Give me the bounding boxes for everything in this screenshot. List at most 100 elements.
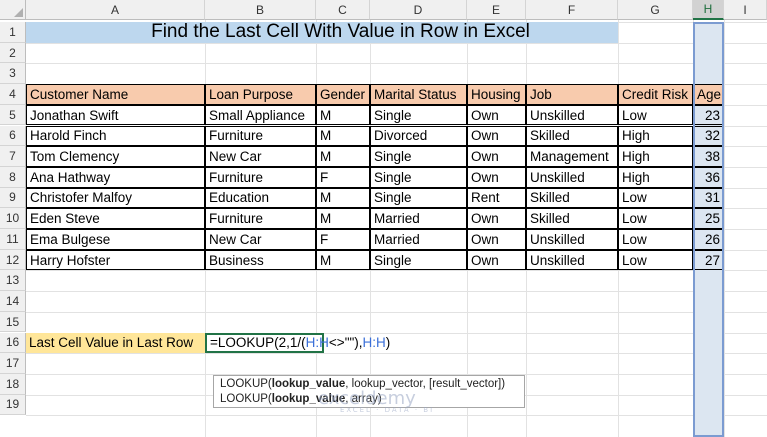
column-header-f[interactable]: F bbox=[526, 0, 618, 20]
table-cell[interactable]: Skilled bbox=[526, 208, 618, 229]
table-cell[interactable]: Tom Clemency bbox=[26, 146, 205, 167]
table-cell[interactable]: F bbox=[316, 229, 370, 250]
table-cell[interactable]: Low bbox=[618, 104, 693, 126]
row-header-5[interactable]: 5 bbox=[0, 104, 26, 126]
column-header-h[interactable]: H bbox=[693, 0, 724, 20]
table-cell[interactable]: Jonathan Swift bbox=[26, 104, 205, 126]
table-header-cell[interactable]: Credit Risk bbox=[618, 84, 693, 105]
table-cell[interactable]: M bbox=[316, 146, 370, 167]
table-cell[interactable]: 27 bbox=[693, 249, 724, 271]
table-cell[interactable]: Management bbox=[526, 146, 618, 167]
table-cell[interactable]: Own bbox=[467, 229, 526, 250]
table-cell[interactable]: Rent bbox=[467, 187, 526, 209]
column-header-c[interactable]: C bbox=[316, 0, 370, 20]
row-header-13[interactable]: 13 bbox=[0, 270, 26, 292]
column-header-d[interactable]: D bbox=[370, 0, 467, 20]
table-cell[interactable]: Low bbox=[618, 187, 693, 209]
column-header-e[interactable]: E bbox=[467, 0, 526, 20]
table-header-cell[interactable]: Housing bbox=[467, 84, 526, 105]
table-cell[interactable]: M bbox=[316, 125, 370, 147]
table-cell[interactable]: Low bbox=[618, 208, 693, 229]
formula-cell[interactable]: =LOOKUP(2,1/(H:H <>""), H:H) bbox=[205, 332, 390, 354]
answer-label-cell[interactable]: Last Cell Value in Last Row bbox=[26, 332, 205, 354]
table-cell[interactable]: Skilled bbox=[526, 125, 618, 147]
row-header-4[interactable]: 4 bbox=[0, 84, 26, 105]
table-cell[interactable]: New Car bbox=[205, 146, 316, 167]
sheet-title[interactable]: Find the Last Cell With Value in Row in … bbox=[26, 22, 618, 43]
table-cell[interactable]: Unskilled bbox=[526, 166, 618, 188]
spreadsheet-grid[interactable]: ABCDEFGHI 1 2 3 4 5 6 7 8 9 10 11 12 13 14 15 16 17 18 19 … bbox=[0, 0, 767, 437]
table-header-cell[interactable]: Age bbox=[693, 84, 724, 105]
row-header-9[interactable]: 9 bbox=[0, 187, 26, 209]
table-cell[interactable]: Single bbox=[370, 249, 467, 271]
row-header-3[interactable]: 3 bbox=[0, 63, 26, 85]
table-cell[interactable]: Own bbox=[467, 146, 526, 167]
table-cell[interactable]: Eden Steve bbox=[26, 208, 205, 229]
row-header-1[interactable]: 1 bbox=[0, 22, 26, 43]
column-header-a[interactable]: A bbox=[26, 0, 205, 20]
row-header-17[interactable]: 17 bbox=[0, 353, 26, 374]
row-header-6[interactable]: 6 bbox=[0, 125, 26, 147]
table-cell[interactable]: M bbox=[316, 249, 370, 271]
table-cell[interactable]: New Car bbox=[205, 229, 316, 250]
row-header-10[interactable]: 10 bbox=[0, 208, 26, 229]
table-cell[interactable]: Own bbox=[467, 166, 526, 188]
select-all-corner[interactable] bbox=[0, 0, 26, 20]
table-cell[interactable]: M bbox=[316, 208, 370, 229]
table-header-cell[interactable]: Customer Name bbox=[26, 84, 205, 105]
table-cell[interactable]: Small Appliance bbox=[205, 104, 316, 126]
table-cell[interactable]: Single bbox=[370, 166, 467, 188]
table-cell[interactable]: High bbox=[618, 125, 693, 147]
row-header-2[interactable]: 2 bbox=[0, 42, 26, 64]
table-cell[interactable]: Single bbox=[370, 146, 467, 167]
table-cell[interactable]: Furniture bbox=[205, 125, 316, 147]
table-cell[interactable]: Single bbox=[370, 187, 467, 209]
table-cell[interactable]: Own bbox=[467, 104, 526, 126]
table-cell[interactable]: Unskilled bbox=[526, 104, 618, 126]
table-cell[interactable]: High bbox=[618, 146, 693, 167]
table-cell[interactable]: Business bbox=[205, 249, 316, 271]
table-cell[interactable]: High bbox=[618, 166, 693, 188]
row-header-15[interactable]: 15 bbox=[0, 311, 26, 333]
table-header-cell[interactable]: Marital Status bbox=[370, 84, 467, 105]
row-header-16[interactable]: 16 bbox=[0, 332, 26, 354]
row-header-8[interactable]: 8 bbox=[0, 166, 26, 188]
column-header-b[interactable]: B bbox=[205, 0, 316, 20]
table-cell[interactable]: Low bbox=[618, 249, 693, 271]
table-cell[interactable]: Skilled bbox=[526, 187, 618, 209]
row-header-18[interactable]: 18 bbox=[0, 373, 26, 395]
table-header-cell[interactable]: Loan Purpose bbox=[205, 84, 316, 105]
table-cell[interactable]: Furniture bbox=[205, 166, 316, 188]
table-cell[interactable]: M bbox=[316, 104, 370, 126]
table-cell[interactable]: Education bbox=[205, 187, 316, 209]
table-cell[interactable]: Ema Bulgese bbox=[26, 229, 205, 250]
table-cell[interactable]: 31 bbox=[693, 187, 724, 209]
table-cell[interactable]: F bbox=[316, 166, 370, 188]
table-cell[interactable]: Christofer Malfoy bbox=[26, 187, 205, 209]
column-header-g[interactable]: G bbox=[618, 0, 693, 20]
table-cell[interactable]: Own bbox=[467, 249, 526, 271]
table-cell[interactable]: Ana Hathway bbox=[26, 166, 205, 188]
row-header-12[interactable]: 12 bbox=[0, 249, 26, 271]
table-cell[interactable]: M bbox=[316, 187, 370, 209]
column-header-i[interactable]: I bbox=[724, 0, 767, 20]
table-cell[interactable]: Married bbox=[370, 229, 467, 250]
table-cell[interactable]: 25 bbox=[693, 208, 724, 229]
table-cell[interactable]: 23 bbox=[693, 104, 724, 126]
table-cell[interactable]: 36 bbox=[693, 166, 724, 188]
table-cell[interactable]: Divorced bbox=[370, 125, 467, 147]
table-cell[interactable]: Harold Finch bbox=[26, 125, 205, 147]
table-cell[interactable]: Married bbox=[370, 208, 467, 229]
row-header-14[interactable]: 14 bbox=[0, 291, 26, 312]
row-header-7[interactable]: 7 bbox=[0, 146, 26, 167]
table-cell[interactable]: Own bbox=[467, 125, 526, 147]
table-cell[interactable]: Single bbox=[370, 104, 467, 126]
table-cell[interactable]: Own bbox=[467, 208, 526, 229]
table-header-cell[interactable]: Gender bbox=[316, 84, 370, 105]
table-cell[interactable]: 26 bbox=[693, 229, 724, 250]
table-cell[interactable]: 38 bbox=[693, 146, 724, 167]
table-cell[interactable]: Low bbox=[618, 229, 693, 250]
table-header-cell[interactable]: Job bbox=[526, 84, 618, 105]
table-cell[interactable]: 32 bbox=[693, 125, 724, 147]
table-cell[interactable]: Unskilled bbox=[526, 229, 618, 250]
